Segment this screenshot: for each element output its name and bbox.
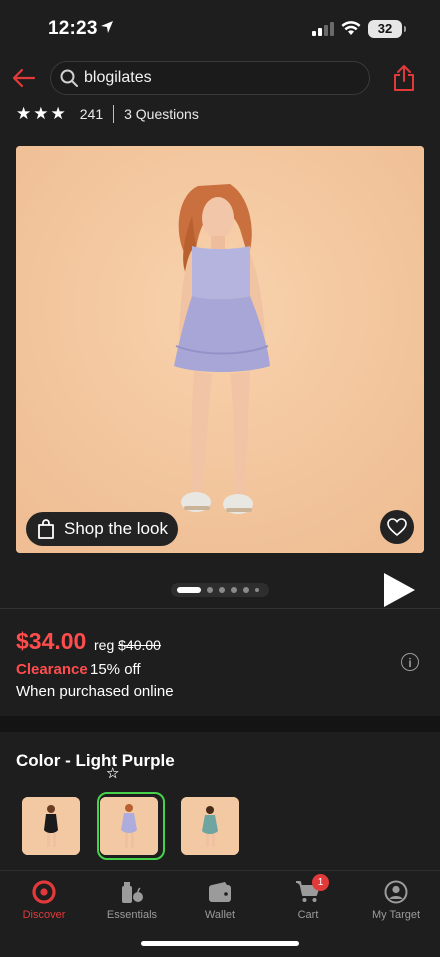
color-swatch-teal[interactable] bbox=[181, 797, 239, 855]
review-count[interactable]: 241 bbox=[80, 106, 103, 122]
cart-count-badge: 1 bbox=[312, 874, 329, 891]
carousel-dot bbox=[219, 587, 225, 593]
info-icon[interactable]: i bbox=[401, 653, 419, 671]
carousel-dot bbox=[231, 587, 237, 593]
account-icon bbox=[352, 879, 440, 905]
search-input[interactable]: blogilates bbox=[50, 61, 370, 95]
tab-label: Wallet bbox=[204, 909, 236, 921]
swatch-purple-image bbox=[100, 797, 158, 855]
target-logo-icon bbox=[0, 879, 88, 905]
tab-cart[interactable]: Cart bbox=[264, 879, 352, 921]
share-button[interactable] bbox=[392, 64, 416, 92]
swatch-teal-image bbox=[181, 797, 239, 855]
section-divider bbox=[0, 608, 440, 609]
swatch-black-image bbox=[22, 797, 80, 855]
play-video-button[interactable] bbox=[382, 572, 416, 613]
tab-my-target[interactable]: My Target bbox=[352, 879, 440, 921]
cellular-signal-icon bbox=[312, 22, 334, 41]
carousel-dot bbox=[207, 587, 213, 593]
location-arrow-icon bbox=[100, 20, 114, 39]
carousel-dot bbox=[255, 588, 259, 592]
carousel-indicator[interactable] bbox=[171, 583, 269, 597]
color-swatch-light-purple[interactable] bbox=[100, 797, 158, 855]
tab-label: Discover bbox=[22, 909, 66, 921]
regular-price-label: reg bbox=[94, 637, 115, 653]
questions-link[interactable]: 3 Questions bbox=[124, 106, 199, 122]
clearance-label: Clearance bbox=[16, 661, 88, 678]
online-note: When purchased online bbox=[16, 683, 174, 700]
regular-price-value: $40.00 bbox=[118, 637, 161, 653]
color-swatch-black[interactable] bbox=[22, 797, 80, 855]
shopping-bag-icon bbox=[37, 519, 55, 544]
shop-the-look-button[interactable]: Shop the look bbox=[26, 512, 178, 546]
carousel-dot-active bbox=[177, 587, 201, 593]
share-icon bbox=[394, 65, 414, 91]
color-title: Color - Light Purple bbox=[16, 751, 175, 770]
tab-essentials[interactable]: Essentials bbox=[88, 879, 176, 921]
status-time: 12:23 bbox=[48, 18, 98, 39]
shop-the-look-label: Shop the look bbox=[64, 519, 168, 538]
back-arrow-icon bbox=[12, 68, 36, 88]
cart-icon bbox=[264, 879, 352, 905]
tab-label: Cart bbox=[297, 909, 319, 921]
tab-discover[interactable]: Discover bbox=[0, 879, 88, 921]
star-rating: ★ ★ ★ ☆ ☆ bbox=[16, 104, 119, 783]
play-icon bbox=[384, 573, 415, 607]
rating-divider bbox=[113, 105, 115, 123]
discount-label: 15% off bbox=[90, 661, 141, 678]
search-query: blogilates bbox=[84, 69, 152, 86]
heart-icon bbox=[387, 518, 407, 536]
back-button[interactable] bbox=[10, 64, 38, 92]
tab-wallet[interactable]: Wallet bbox=[176, 879, 264, 921]
top-header: blogilates bbox=[0, 56, 440, 100]
essentials-icon bbox=[88, 879, 176, 905]
tab-label: My Target bbox=[371, 909, 421, 921]
wifi-icon bbox=[341, 20, 361, 41]
rating-row[interactable]: ★ ★ ★ ☆ ☆ 241 3 Questions bbox=[16, 104, 199, 783]
section-separator bbox=[0, 716, 440, 732]
star-filled-icon: ★ bbox=[50, 104, 66, 123]
product-image[interactable] bbox=[16, 146, 424, 553]
search-icon bbox=[60, 69, 78, 92]
home-indicator[interactable] bbox=[141, 941, 299, 946]
model-photo bbox=[16, 146, 424, 553]
battery-indicator: 32 bbox=[368, 20, 406, 38]
star-filled-icon: ★ bbox=[16, 104, 32, 123]
carousel-dot bbox=[243, 587, 249, 593]
regular-price: reg $40.00 bbox=[94, 637, 161, 653]
wallet-icon bbox=[176, 879, 264, 905]
status-bar: 12:23 32 bbox=[0, 0, 440, 56]
favorite-button[interactable] bbox=[380, 510, 414, 544]
current-price: $34.00 bbox=[16, 628, 87, 654]
star-filled-icon: ★ bbox=[33, 104, 49, 123]
tab-label: Essentials bbox=[106, 909, 158, 921]
